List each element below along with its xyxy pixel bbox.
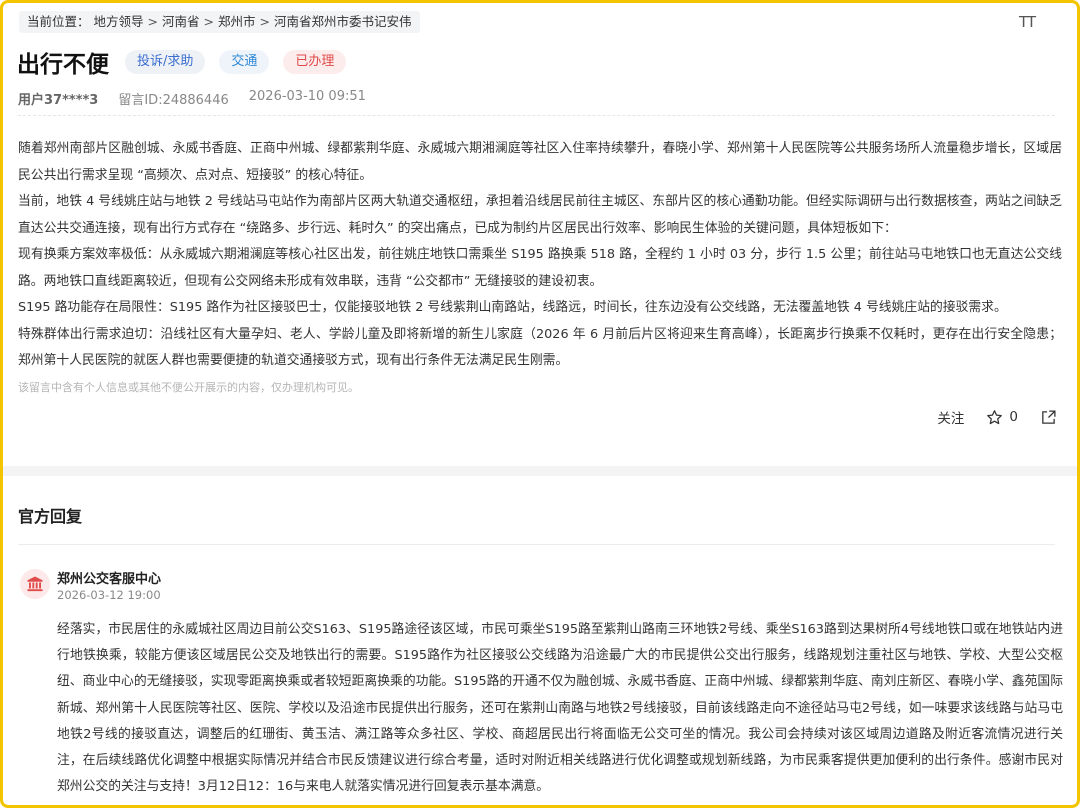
breadcrumb-prefix: 当前位置： xyxy=(27,14,90,29)
post-meta: 用户37****3 留言ID:24886446 2026-03-10 09:51 xyxy=(18,89,366,108)
post-datetime: 2026-03-10 09:51 xyxy=(248,89,366,104)
message-id: 留言ID:24886446 xyxy=(118,93,229,108)
breadcrumb-separator: > xyxy=(147,14,159,29)
breadcrumb-item-leaders[interactable]: 地方领导 xyxy=(94,11,144,33)
post-title: 出行不便 xyxy=(17,52,109,78)
reply-datetime: 2026-03-12 19:00 xyxy=(57,588,161,602)
star-count: 0 xyxy=(1009,409,1018,425)
content-paragraph: 当前，地铁 4 号线姚庄站与地铁 2 号线站马屯站作为南部片区两大轨道交通枢纽，… xyxy=(18,194,1062,236)
font-size-label: TT xyxy=(1018,13,1036,31)
breadcrumb-item-province[interactable]: 河南省 xyxy=(162,11,200,33)
tag-domain: 交通 xyxy=(219,50,270,74)
official-reply-title: 官方回复 xyxy=(18,507,83,526)
breadcrumb: 当前位置： 地方领导 > 河南省 > 郑州市 > 河南省郑州市委书记安伟 xyxy=(19,11,420,33)
divider xyxy=(18,544,1055,545)
follow-button[interactable]: 关注 xyxy=(937,407,964,427)
post-actions: 关注 0 xyxy=(937,407,1057,427)
star-icon xyxy=(987,409,1003,424)
breadcrumb-separator: > xyxy=(259,14,271,29)
font-size-icon[interactable]: TT xyxy=(1018,13,1036,31)
status-badge: 已办理 xyxy=(283,50,347,74)
post-header: 出行不便 投诉/求助 交通 已办理 xyxy=(17,45,360,79)
page-frame: 当前位置： 地方领导 > 河南省 > 郑州市 > 河南省郑州市委书记安伟 TT … xyxy=(0,0,1080,808)
replier-name: 郑州公交客服中心 xyxy=(57,572,162,587)
reply-content: 经落实，市民居住的永威城社区周边目前公交S163、S195路途径该区域，市民可乘… xyxy=(57,622,1063,795)
avatar xyxy=(20,569,50,599)
breadcrumb-item-city[interactable]: 郑州市 xyxy=(218,11,256,33)
post-user: 用户37****3 xyxy=(18,93,99,108)
content-paragraph: 现有换乘方案效率极低：从永威城六期湘澜庭等核心社区出发，前往姚庄地铁口需乘坐 S… xyxy=(18,247,1062,289)
content-paragraph: 特殊群体出行需求迫切：沿线社区有大量孕妇、老人、学龄儿童及即将新增的新生儿家庭（… xyxy=(18,326,1062,369)
government-building-icon xyxy=(27,576,43,592)
share-icon xyxy=(1042,409,1056,424)
privacy-note: 该留言中含有个人信息或其他不便公开展示的内容，仅办理机构可见。 xyxy=(18,381,359,394)
divider xyxy=(18,115,1055,116)
follow-label: 关注 xyxy=(937,411,965,427)
section-separator xyxy=(3,466,1077,476)
post-content: 随着郑州南部片区融创城、永威书香庭、正商中州城、绿都紫荆华庭、永威城六期湘澜庭等… xyxy=(18,136,1062,375)
breadcrumb-item-official[interactable]: 河南省郑州市委书记安伟 xyxy=(274,11,412,33)
breadcrumb-separator: > xyxy=(203,14,215,29)
tag-type: 投诉/求助 xyxy=(125,50,206,74)
star-button[interactable]: 0 xyxy=(986,409,1018,426)
share-button[interactable] xyxy=(1040,409,1057,426)
content-paragraph: 随着郑州南部片区融创城、永威书香庭、正商中州城、绿都紫荆华庭、永威城六期湘澜庭等… xyxy=(18,141,1062,183)
content-paragraph: S195 路功能存在局限性：S195 路作为社区接驳巴士，仅能接驳地铁 2 号线… xyxy=(18,300,1007,315)
